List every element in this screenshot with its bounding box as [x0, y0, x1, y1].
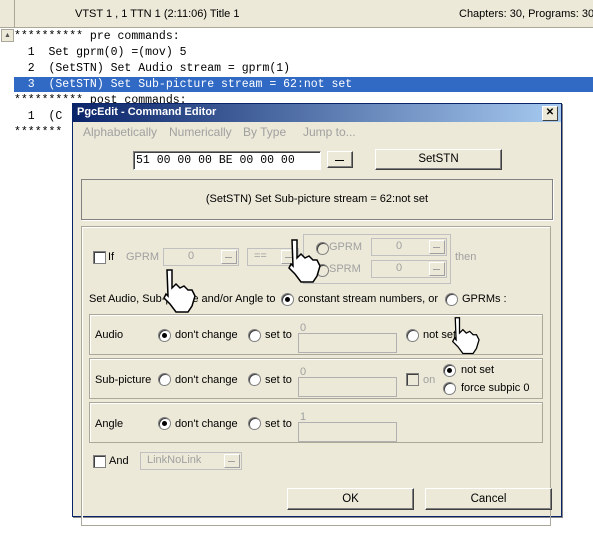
force-subpic-radio[interactable]	[443, 382, 456, 395]
force-subpic-label: force subpic 0	[461, 382, 530, 394]
gprm2-select[interactable]: 0	[371, 238, 447, 256]
command-editor-dialog: PgcEdit - Command Editor ✕ Alphabeticall…	[72, 103, 562, 526]
list-item-selected[interactable]: 3 (SetSTN) Set Sub-picture stream = 62:n…	[14, 77, 593, 92]
subpicture-set-to-label: set to	[265, 374, 292, 386]
subpicture-on-label: on	[423, 374, 436, 386]
subpicture-value-field[interactable]: 0	[298, 366, 397, 397]
gprms-label: GPRMs :	[462, 293, 507, 305]
audio-set-to-radio[interactable]	[248, 329, 261, 342]
list-item[interactable]: 1 Set gprm(0) =(mov) 5	[14, 45, 593, 60]
angle-dont-change-radio[interactable]	[158, 417, 171, 430]
subpicture-dont-change-radio[interactable]	[158, 373, 171, 386]
subpicture-value: 0	[300, 366, 307, 378]
subpicture-not-set-radio[interactable]	[443, 364, 456, 377]
link-select-value: LinkNoLink	[147, 454, 202, 466]
title-info: VTST 1 , 1 TTN 1 (2:11:06) Title 1	[75, 8, 240, 20]
command-description: (SetSTN) Set Sub-picture stream = 62:not…	[205, 193, 429, 205]
chevron-down-icon	[221, 250, 237, 264]
tab-numerically[interactable]: Numerically	[169, 125, 232, 139]
sprm-label: SPRM	[329, 263, 361, 275]
tab-by-type[interactable]: By Type	[243, 125, 286, 139]
link-select[interactable]: LinkNoLink	[140, 452, 242, 470]
cancel-button[interactable]: Cancel	[425, 488, 552, 510]
angle-value-field[interactable]: 1	[298, 411, 397, 442]
subpicture-set-to-radio[interactable]	[248, 373, 261, 386]
subpicture-not-set-label: not set	[461, 364, 495, 376]
ok-button[interactable]: OK	[287, 488, 414, 510]
chevron-down-icon	[429, 262, 445, 276]
chevron-down-icon	[224, 454, 240, 468]
audio-dont-change-radio[interactable]	[158, 329, 171, 342]
list-item[interactable]: 2 (SetSTN) Set Audio stream = gprm(1)	[14, 61, 593, 76]
audio-value-field[interactable]: 0	[298, 322, 397, 353]
and-checkbox[interactable]	[93, 455, 106, 468]
gprms-radio[interactable]	[445, 293, 458, 306]
sprm-select[interactable]: 0	[371, 260, 447, 278]
audio-not-set-radio[interactable]	[406, 329, 419, 342]
audio-label: Audio	[95, 329, 124, 341]
gprm2-label: GPRM	[329, 241, 362, 253]
header-left-column	[0, 0, 15, 27]
list-item[interactable]: ********** pre commands:	[14, 29, 593, 44]
chapter-counts: Chapters: 30, Programs: 30,	[459, 8, 593, 20]
constant-numbers-radio[interactable]	[281, 293, 294, 306]
close-button[interactable]: ✕	[542, 106, 558, 121]
if-checkbox[interactable]	[93, 251, 106, 264]
tab-jump-to[interactable]: Jump to...	[303, 125, 356, 139]
subpicture-label: Sub-picture	[95, 374, 152, 386]
pointer-hand-icon	[451, 317, 480, 355]
audio-set-to-label: set to	[265, 329, 292, 341]
sprm-select-value: 0	[396, 262, 403, 274]
hex-value: 51 00 00 00 BE 00 00 00	[136, 154, 295, 167]
constant-numbers-label: constant stream numbers, or	[298, 293, 439, 305]
dialog-titlebar[interactable]: PgcEdit - Command Editor ✕	[73, 104, 561, 122]
subpicture-on-checkbox[interactable]	[406, 373, 419, 386]
angle-set-to-label: set to	[265, 418, 292, 430]
audio-value: 0	[300, 322, 307, 334]
gprm-select-value: 0	[188, 250, 195, 262]
command-description-box: (SetSTN) Set Sub-picture stream = 62:not…	[81, 179, 553, 220]
hex-command-field[interactable]: 51 00 00 00 BE 00 00 00	[133, 151, 321, 170]
chevron-down-icon	[335, 160, 344, 161]
gprm-label: GPRM	[126, 251, 159, 263]
window-header: VTST 1 , 1 TTN 1 (2:11:06) Title 1 Chapt…	[0, 0, 593, 28]
gprm-select[interactable]: 0	[163, 248, 239, 266]
audio-dont-change-label: don't change	[175, 329, 238, 341]
if-label: If	[108, 251, 115, 263]
scroll-up-button[interactable]: ▲	[1, 29, 14, 42]
and-label: And	[109, 455, 129, 467]
hex-dropdown-button[interactable]	[327, 151, 353, 168]
tab-alphabetically[interactable]: Alphabetically	[83, 125, 157, 139]
dialog-title: PgcEdit - Command Editor	[77, 106, 217, 118]
pointer-hand-icon	[163, 269, 196, 313]
angle-label: Angle	[95, 418, 124, 430]
subpicture-dont-change-label: don't change	[175, 374, 238, 386]
angle-value: 1	[300, 411, 307, 423]
command-type-button[interactable]: SetSTN	[375, 149, 502, 170]
gprm2-select-value: 0	[396, 240, 403, 252]
chevron-down-icon	[429, 240, 445, 254]
pointer-hand-icon	[288, 239, 321, 283]
operator-select-value: ==	[254, 250, 267, 262]
then-label: then	[455, 251, 477, 263]
angle-dont-change-label: don't change	[175, 418, 238, 430]
angle-set-to-radio[interactable]	[248, 417, 261, 430]
